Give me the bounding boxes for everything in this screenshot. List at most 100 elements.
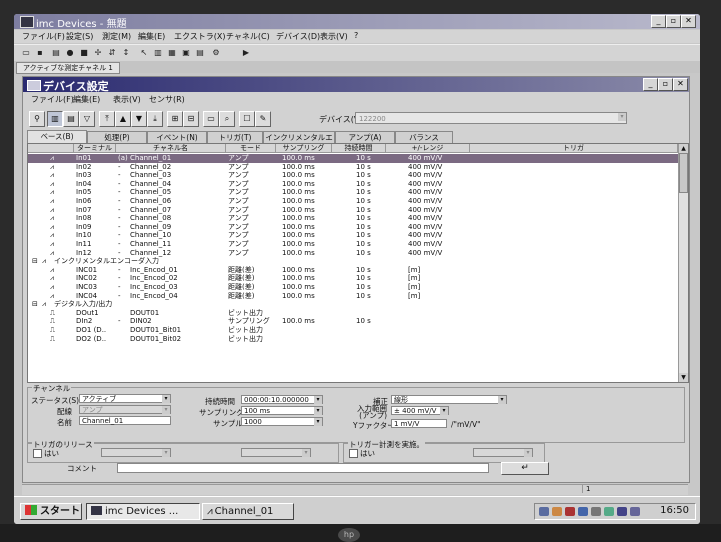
trigger-select[interactable]: ▾ [473,448,533,457]
column-header-sampling[interactable]: サンプリング [276,144,332,153]
menu-settings[interactable]: 設定(S) [66,31,93,42]
trigger-release-select[interactable]: ▾ [101,448,171,457]
open-icon[interactable]: ▭ [20,47,32,58]
view-filter-icon[interactable]: ▽ [79,111,95,127]
table-row[interactable]: ⩘ In02 - Channel_02 アンプ 100.0 ms 10 s 400 mV/V [28,163,678,172]
column-header-trigger[interactable]: トリガ [470,144,678,153]
menu-help[interactable]: ? [354,31,358,40]
move-top-icon[interactable]: ⤒ [99,111,115,127]
tab-incremental-encoder[interactable]: インクリメンタルエンコー [263,131,335,153]
column-header-channel-name[interactable]: チャネル名 [116,144,226,153]
collapse-toggle-icon[interactable]: ⊟ [32,300,38,309]
device-icon[interactable]: ▤ [50,47,62,58]
tab-balance[interactable]: バランス [395,131,453,143]
bar-chart-icon[interactable]: ▦ [166,47,178,58]
status-select[interactable]: アクティブ ▾ [79,394,171,403]
duration-field[interactable]: 000:00:10.000000 ▾ [241,395,323,404]
wiring-select[interactable]: アンプ ▾ [79,405,171,414]
column-header-terminal[interactable]: ターミナル [74,144,116,153]
tab-trigger[interactable]: トリガ(T) [207,131,263,143]
menu-channel[interactable]: チャネル(C) [226,31,270,42]
play-icon[interactable]: ▶ [240,47,252,58]
name-field[interactable]: Channel_01 [79,416,171,425]
table-icon[interactable]: ▤ [194,47,206,58]
menu-extra[interactable]: エクストラ(X) [174,31,225,42]
scroll-down-icon[interactable]: ▼ [679,373,688,382]
table-row[interactable]: ⩘ In03 - Channel_03 アンプ 100.0 ms 10 s 400 mV/V [28,171,678,180]
sort-icon[interactable]: ↕ [120,47,132,58]
trigger-release-mode-select[interactable]: ▾ [241,448,311,457]
move-bottom-icon[interactable]: ⤓ [147,111,163,127]
trigger-measure-checkbox[interactable] [349,449,358,458]
table-row[interactable]: ⎍ DOut1 DOUT01 ビット出力 [28,309,678,318]
display-tray-icon[interactable] [578,507,588,516]
move-down-icon[interactable]: ▼ [131,111,147,127]
table-row[interactable]: ⎍ DO1 (D.. DOUT01_Bit01 ビット出力 [28,326,678,335]
table-row[interactable]: ⎍ DIn2 - DIN02 サンプリング 100.0 ms 10 s [28,317,678,326]
grid-icon[interactable]: ▣ [180,47,192,58]
collapse-icon[interactable]: ⊟ [183,111,199,127]
child-minimize-button[interactable]: _ [643,78,658,91]
stop-icon[interactable]: ■ [78,47,90,58]
power-tray-icon[interactable] [604,507,614,516]
restore-button[interactable]: ▫ [666,15,681,28]
comment-field[interactable] [117,463,489,473]
group-incremental-encoder[interactable]: ⊟ ⩘ インクリメンタルエンコーダ入力 [28,257,678,266]
table-row[interactable]: ⩘ In06 - Channel_06 アンプ 100.0 ms 10 s 400 mV/V [28,197,678,206]
start-button[interactable]: スタート [20,503,82,520]
table-row[interactable]: ⩘ In11 - Channel_11 アンプ 100.0 ms 10 s 400 mV/V [28,240,678,249]
child-menu-file[interactable]: ファイル(F) [31,94,74,105]
device-tray-icon[interactable] [617,507,627,516]
sampling-select[interactable]: 100 ms ▾ [241,406,323,415]
enter-button[interactable]: ↵ [501,462,549,475]
alert-tray-icon[interactable] [565,507,575,516]
tools-icon[interactable]: ✎ [255,111,271,127]
grid-scrollbar[interactable]: ▲ ▼ [678,144,688,382]
find-icon[interactable]: ⌕ [219,111,235,127]
menu-view[interactable]: 表示(V) [320,31,348,42]
move-up-icon[interactable]: ▲ [115,111,131,127]
child-close-button[interactable]: ✕ [673,78,688,91]
minimize-button[interactable]: _ [651,15,666,28]
tab-amplifier[interactable]: アンプ(A) [335,131,395,143]
table-row[interactable]: ⩘ In01 (a) Channel_01 アンプ 100.0 ms 10 s 400 mV/… [28,154,678,163]
expand-icon[interactable]: ⊞ [167,111,183,127]
view-list-icon[interactable]: ▤ [63,111,79,127]
table-row[interactable]: ⎍ DO2 (D.. DOUT01_Bit02 ビット出力 [28,335,678,344]
filter-icon[interactable]: ⚲ [29,111,45,127]
child-menu-sensor[interactable]: センサ(R) [149,94,185,105]
table-row[interactable]: ⩘ INC01- Inc_Encod_01 距離(差) 100.0 ms 10 s [m] [28,266,678,275]
save-icon[interactable]: ▪ [34,47,46,58]
scroll-thumb[interactable] [679,153,688,193]
table-row[interactable]: ⩘ In10 - Channel_10 アンプ 100.0 ms 10 s 400 mV/V [28,231,678,240]
view-columns-icon[interactable]: ▥ [47,111,63,127]
menu-file[interactable]: ファイル(F) [22,31,65,42]
monitor-tray-icon[interactable] [630,507,640,516]
close-button[interactable]: ✕ [681,15,696,28]
samples-field[interactable]: 1000 ▾ [241,417,323,426]
security-tray-icon[interactable] [552,507,562,516]
menu-device[interactable]: デバイス(D) [276,31,320,42]
table-row[interactable]: ⩘ INC04 - Inc_Encod_04 距離(差) 100.0 ms 10 s [m] [28,292,678,301]
volume-tray-icon[interactable] [591,507,601,516]
table-row[interactable]: ⩘ In12 - Channel_12 アンプ 100.0 ms 10 s 400 mV/V [28,249,678,258]
group-digital-io[interactable]: ⊟ ⩘ デジタル入力/出力 [28,300,678,309]
transfer-icon[interactable]: ⇵ [106,47,118,58]
scroll-up-icon[interactable]: ▲ [679,144,688,153]
properties-icon[interactable]: ☐ [239,111,255,127]
trigger-release-checkbox[interactable] [33,449,42,458]
table-row[interactable]: ⩘ INC03 - Inc_Encod_03 距離(差) 100.0 ms 10 s [m] [28,283,678,292]
cursor-icon[interactable]: ↖ [138,47,150,58]
table-row[interactable]: ⩘ INC02 - Inc_Encod_02 距離(差) 100.0 ms 10 s [m] [28,274,678,283]
column-header-range[interactable]: +/-レンジ [386,144,470,153]
child-menu-view[interactable]: 表示(V) [113,94,141,105]
column-header-duration[interactable]: 持続時間 [332,144,386,153]
table-row[interactable]: ⩘ In08 - Channel_08 アンプ 100.0 ms 10 s 400 mV/V [28,214,678,223]
network-icon[interactable]: ✢ [92,47,104,58]
table-row[interactable]: ⩘ In05 - Channel_05 アンプ 100.0 ms 10 s 400 mV/V [28,188,678,197]
child-menu-edit[interactable]: 編集(E) [73,94,100,105]
input-range-select[interactable]: ± 400 mV/V ▾ [391,406,449,415]
table-row[interactable]: ⩘ In04 - Channel_04 アンプ 100.0 ms 10 s 400 mV/V [28,180,678,189]
correction-select[interactable]: 線形 ▾ [391,395,507,404]
menu-measure[interactable]: 測定(M) [102,31,131,42]
